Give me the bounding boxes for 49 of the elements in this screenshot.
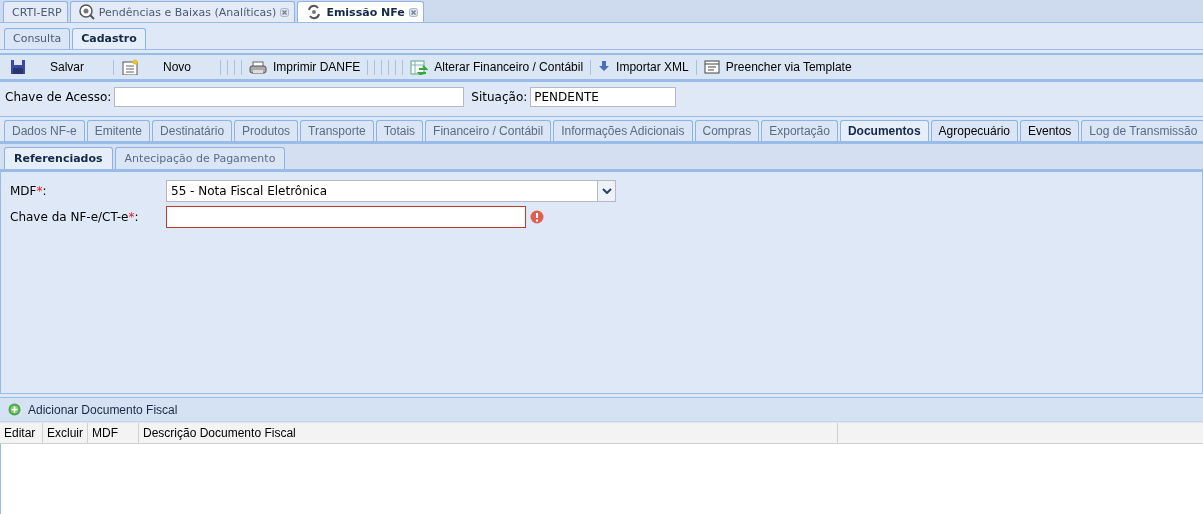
toolbar-button[interactable]: Salvar: [6, 59, 110, 75]
section-tab[interactable]: Destinatário: [152, 120, 233, 141]
section-tab[interactable]: Eventos: [1020, 120, 1080, 141]
section-tab[interactable]: Documentos: [839, 120, 929, 141]
section-tab[interactable]: Compras: [694, 120, 760, 141]
field-label: Situação:: [471, 90, 528, 104]
section-tab[interactable]: Financeiro / Contábil: [425, 120, 552, 141]
section-tab[interactable]: Emitente: [86, 120, 151, 141]
app-tab[interactable]: Emissão NFe: [297, 1, 424, 22]
app-tab[interactable]: CRTI-ERP: [3, 1, 68, 22]
section-tab[interactable]: Produtos: [234, 120, 299, 141]
toolbar-button[interactable]: Imprimir DANFE: [245, 59, 365, 75]
section-tab[interactable]: Dados NF-e: [4, 120, 85, 141]
input-field[interactable]: [114, 87, 465, 107]
input-field[interactable]: [166, 206, 526, 228]
toolbar-button[interactable]: Novo: [117, 59, 218, 75]
sub-tab[interactable]: Antecipação de Pagamento: [114, 147, 286, 169]
field-label: Chave de Acesso:: [5, 90, 112, 104]
sub-tab[interactable]: Referenciados: [4, 147, 113, 169]
column-header[interactable]: Descrição Documento Fiscal: [139, 423, 838, 443]
section-tab[interactable]: Transporte: [300, 120, 374, 141]
sync-icon: [306, 4, 323, 20]
mode-tab[interactable]: Consulta: [4, 28, 71, 49]
plus-circle-icon: [8, 403, 21, 416]
column-header[interactable]: Excluir: [43, 423, 88, 443]
section-tab[interactable]: Exportação: [761, 120, 838, 141]
add-button[interactable]: Adicionar Documento Fiscal: [8, 402, 178, 417]
field-label: Chave da NF-e/CT-e*:: [10, 210, 140, 224]
toolbar-button[interactable]: Preencher via Template: [699, 59, 856, 75]
input-field[interactable]: PENDENTE: [530, 87, 677, 107]
dropdown[interactable]: 55 - Nota Fiscal Eletrônica: [166, 180, 616, 202]
close-icon[interactable]: [280, 7, 290, 17]
toolbar-button[interactable]: Importar XML: [594, 59, 693, 75]
error-icon: [530, 210, 544, 224]
section-tab[interactable]: Informações Adicionais: [553, 120, 693, 141]
toolbar-button[interactable]: Alterar Financeiro / Contábil: [406, 59, 588, 75]
mode-tab[interactable]: Cadastro: [72, 28, 146, 49]
field-label: MDF*:: [10, 184, 48, 198]
close-icon[interactable]: [408, 7, 418, 17]
section-tab[interactable]: Totais: [375, 120, 424, 141]
column-header[interactable]: MDF: [88, 423, 139, 443]
printer-icon: [249, 59, 268, 75]
section-tab[interactable]: Log de Transmissão: [1081, 120, 1203, 141]
app-tab[interactable]: Pendências e Baixas (Analíticas): [69, 1, 296, 22]
spreadsheet-arrows-icon: [410, 59, 429, 75]
document-icon: [121, 59, 139, 75]
column-header[interactable]: Editar: [0, 423, 43, 443]
section-tab[interactable]: Agropecuário: [930, 120, 1018, 141]
form-icon: [703, 59, 720, 75]
